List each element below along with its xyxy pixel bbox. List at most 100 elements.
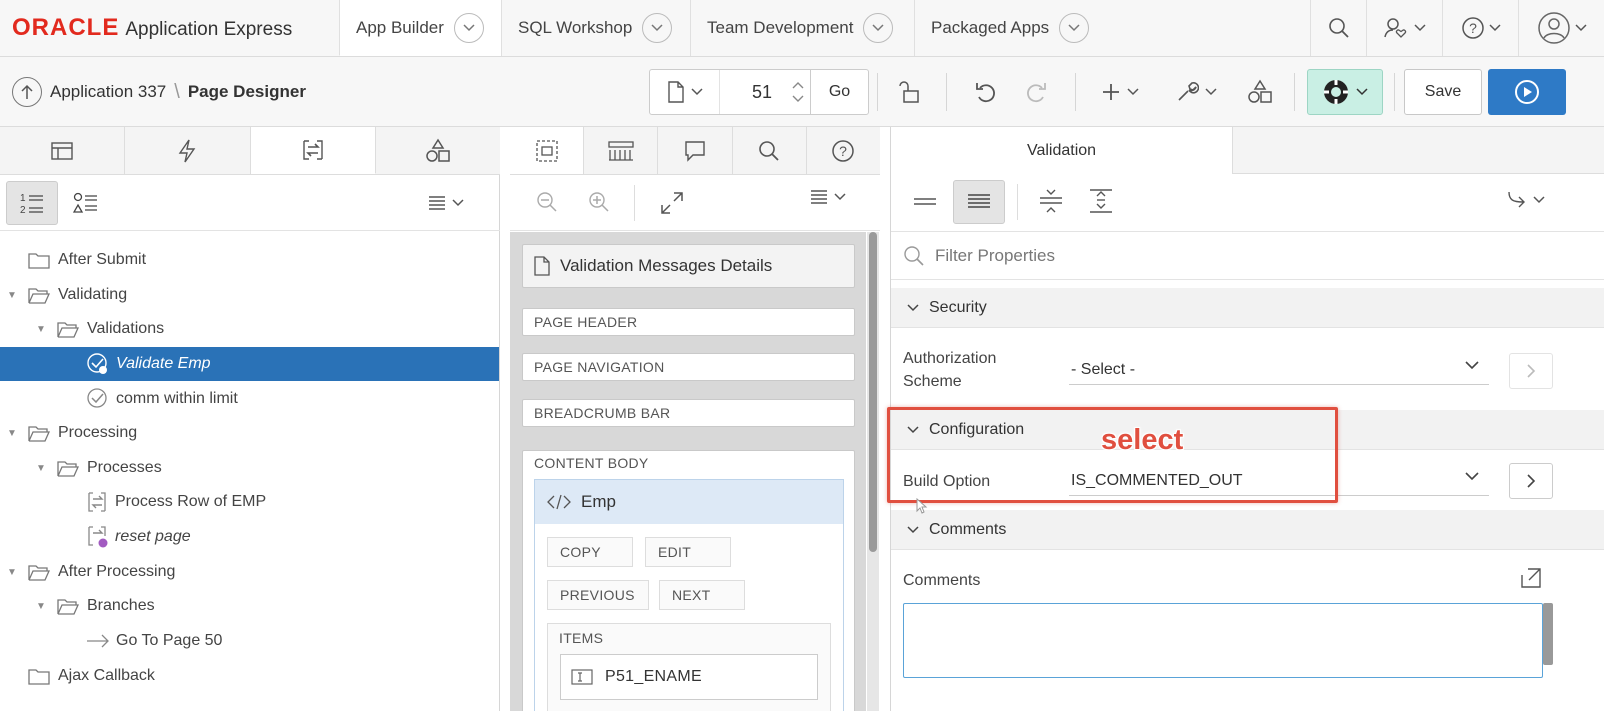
page-number-stepper[interactable] xyxy=(786,82,810,102)
tree-node-go-to-page-50[interactable]: Go To Page 50 xyxy=(0,624,499,658)
tab-gallery[interactable] xyxy=(584,127,659,174)
grouped-view-toggle[interactable] xyxy=(66,181,106,225)
tree-node-after-processing[interactable]: ▼ After Processing xyxy=(0,555,499,589)
tab-rendering[interactable] xyxy=(0,127,126,174)
tree-node-processes[interactable]: ▼ Processes xyxy=(0,451,499,485)
build-option-goto-button[interactable] xyxy=(1509,463,1553,499)
layout-menu[interactable] xyxy=(810,189,846,205)
tab-shared-components[interactable] xyxy=(376,127,500,174)
slot-page-header[interactable]: PAGE HEADER xyxy=(522,308,855,336)
help-lifesaver-button[interactable] xyxy=(1307,69,1383,115)
tree-node-ajax-callback[interactable]: Ajax Callback xyxy=(0,659,499,693)
undo-icon[interactable] xyxy=(966,69,1006,115)
expand-icon[interactable] xyxy=(660,191,684,215)
page-picker-button[interactable] xyxy=(650,70,720,114)
button-next[interactable]: NEXT xyxy=(659,580,745,610)
collapse-all-icon[interactable] xyxy=(1039,188,1063,214)
slot-breadcrumb-bar[interactable]: BREADCRUMB BAR xyxy=(522,399,855,427)
chevron-down-icon xyxy=(1465,472,1479,481)
authorization-goto-button[interactable] xyxy=(1509,353,1553,389)
breadcrumb-application-link[interactable]: Application 337 xyxy=(50,82,166,102)
oracle-apex-logo[interactable]: ORACLE Application Express xyxy=(12,14,292,42)
item-p51-ename[interactable]: P51_ENAME xyxy=(560,654,818,700)
canvas-scrollbar[interactable] xyxy=(867,232,879,711)
zoom-in-icon[interactable] xyxy=(588,191,610,213)
section-comments[interactable]: Comments xyxy=(891,510,1604,550)
tab-team-development[interactable]: Team Development xyxy=(690,0,914,56)
region-validation-messages[interactable]: Validation Messages Details xyxy=(522,244,855,288)
tab-packaged-apps[interactable]: Packaged Apps xyxy=(914,0,1114,56)
tree-node-validate-emp[interactable]: Validate Emp xyxy=(0,347,499,381)
button-edit[interactable]: EDIT xyxy=(645,537,731,567)
expander-icon[interactable]: ▼ xyxy=(5,290,19,301)
lock-icon[interactable] xyxy=(890,69,930,115)
slot-content-body[interactable]: CONTENT BODY Emp COPY EDIT PREVIOUS NEXT… xyxy=(522,450,855,711)
tree-node-validating[interactable]: ▼ Validating xyxy=(0,278,499,312)
layout-canvas: Validation Messages Details PAGE HEADER … xyxy=(510,232,866,711)
tab-processing[interactable] xyxy=(250,127,376,174)
search-icon[interactable] xyxy=(1310,0,1366,56)
tab-validation[interactable]: Validation xyxy=(891,127,1233,174)
zoom-out-icon[interactable] xyxy=(536,191,558,213)
region-emp-header[interactable]: Emp xyxy=(535,480,843,524)
expander-icon[interactable]: ▼ xyxy=(5,428,19,439)
show-common-icon[interactable] xyxy=(913,192,937,212)
help-icon[interactable]: ? xyxy=(1442,0,1518,56)
tab-sql-workshop[interactable]: SQL Workshop xyxy=(501,0,690,56)
redo-icon[interactable] xyxy=(1016,69,1056,115)
annotation-label: select xyxy=(1101,424,1184,456)
save-button[interactable]: Save xyxy=(1404,69,1482,115)
tree-node-reset-page[interactable]: reset page xyxy=(0,520,499,554)
slot-page-navigation[interactable]: PAGE NAVIGATION xyxy=(522,353,855,381)
run-button[interactable] xyxy=(1488,69,1566,115)
scrollbar-thumb[interactable] xyxy=(869,232,877,552)
chevron-down-icon[interactable] xyxy=(863,13,894,43)
tree-node-comm-within-limit[interactable]: comm within limit xyxy=(0,382,499,416)
page-number-input[interactable]: 51 xyxy=(720,82,786,103)
items-slot[interactable]: ITEMS P51_ENAME xyxy=(547,623,831,711)
tree-node-processing[interactable]: ▼ Processing xyxy=(0,416,499,450)
chevron-down-icon[interactable] xyxy=(453,12,484,43)
chevron-down-icon[interactable] xyxy=(1059,13,1090,43)
section-security[interactable]: Security xyxy=(891,288,1604,328)
expander-icon[interactable]: ▼ xyxy=(34,463,48,474)
filter-properties[interactable]: Filter Properties xyxy=(891,232,1604,280)
button-previous[interactable]: PREVIOUS xyxy=(547,580,649,610)
tree-node-process-row-of-emp[interactable]: Process Row of EMP xyxy=(0,485,499,519)
tree-node-branches[interactable]: ▼ Branches xyxy=(0,589,499,623)
left-panel-menu[interactable] xyxy=(428,189,478,217)
tab-search[interactable] xyxy=(732,127,807,174)
tab-dynamic-actions[interactable] xyxy=(125,127,251,174)
utilities-wrench-icon[interactable] xyxy=(1168,69,1224,115)
user-heart-icon[interactable] xyxy=(1366,0,1442,56)
tree-label: Validations xyxy=(87,320,165,337)
button-copy[interactable]: COPY xyxy=(547,537,633,567)
tree-node-validations[interactable]: ▼ Validations xyxy=(0,312,499,346)
expander-icon[interactable]: ▼ xyxy=(34,324,48,335)
region-emp[interactable]: Emp COPY EDIT PREVIOUS NEXT ITEMS P51_EN… xyxy=(534,479,844,711)
expander-icon[interactable]: ▼ xyxy=(5,567,19,578)
go-button[interactable]: Go xyxy=(810,70,868,114)
expand-all-icon[interactable] xyxy=(1089,188,1113,214)
avatar-icon[interactable] xyxy=(1518,0,1604,56)
help-lifesaver-icon xyxy=(1324,80,1348,104)
gallery-icon xyxy=(608,140,634,161)
textarea-scrollbar[interactable] xyxy=(1543,603,1553,665)
shared-components-icon[interactable] xyxy=(1240,69,1280,115)
add-icon[interactable] xyxy=(1092,69,1148,115)
show-all-icon[interactable] xyxy=(953,180,1005,224)
tab-app-builder[interactable]: App Builder xyxy=(339,0,501,56)
chevron-down-icon[interactable] xyxy=(642,13,673,43)
tab-help[interactable]: ? xyxy=(806,127,881,174)
middle-subtoolbar xyxy=(510,175,880,231)
authorization-scheme-select[interactable]: - Select - xyxy=(1069,355,1489,385)
comments-textarea[interactable] xyxy=(903,603,1543,678)
tab-grid-layout[interactable] xyxy=(510,127,585,174)
tab-messages[interactable] xyxy=(658,127,733,174)
arrow-up-icon[interactable] xyxy=(12,77,42,107)
go-to-group-menu[interactable] xyxy=(1507,190,1545,210)
expander-icon[interactable]: ▼ xyxy=(34,601,48,612)
tree-node-after-submit[interactable]: After Submit xyxy=(0,243,499,277)
open-editor-icon[interactable] xyxy=(1519,567,1543,589)
ordered-view-toggle[interactable]: 12 xyxy=(6,181,58,225)
